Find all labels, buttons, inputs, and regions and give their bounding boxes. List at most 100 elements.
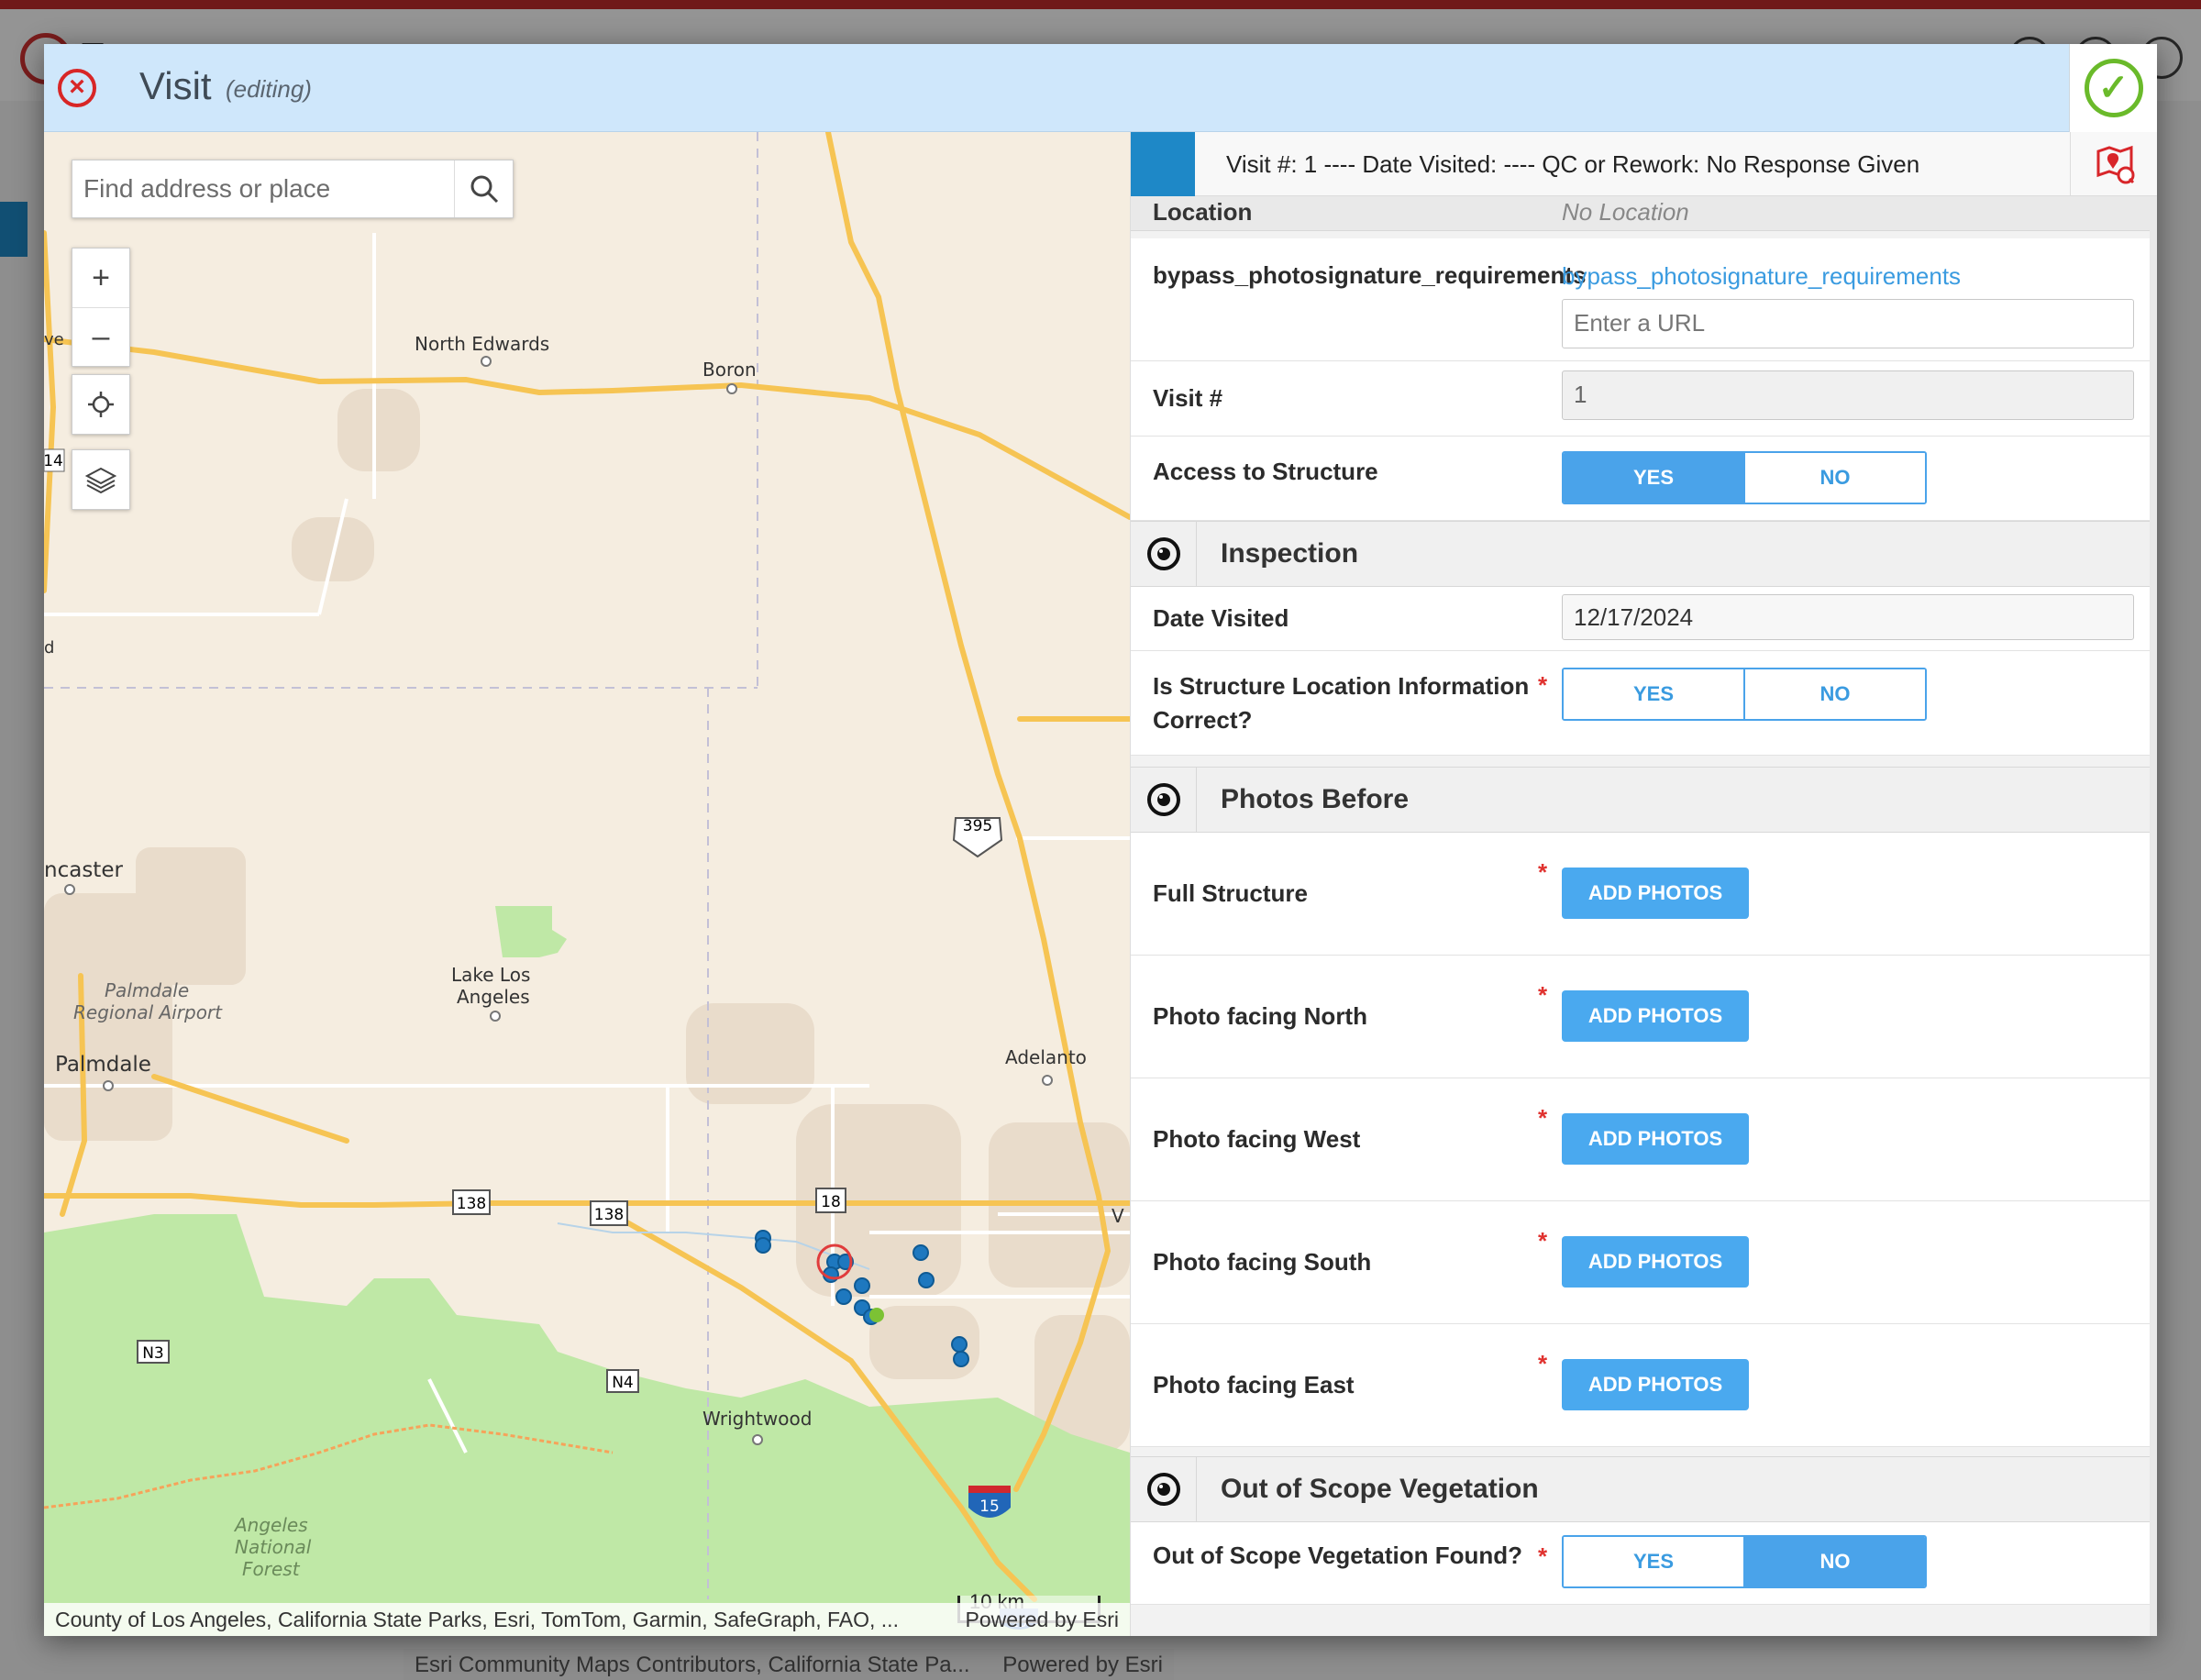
add-photos-north-button[interactable]: ADD PHOTOS <box>1562 990 1749 1042</box>
label-adelanto: Adelanto <box>1005 1046 1087 1068</box>
out-of-scope-found-label: Out of Scope Vegetation Found? <box>1153 1542 1522 1569</box>
add-photos-full-structure-button[interactable]: ADD PHOTOS <box>1562 868 1749 919</box>
basemap: North Edwards Boron ncaster Palmdale Pal… <box>44 132 1130 1636</box>
label-angeles-forest-1: Angeles <box>233 1514 308 1536</box>
access-toggle: YES NO <box>1562 451 1927 504</box>
out-of-scope-no-option[interactable]: NO <box>1743 1537 1925 1586</box>
visit-number-field[interactable]: 1 <box>1562 370 2134 420</box>
national-forest-area <box>44 1214 1130 1636</box>
location-correct-yes-option[interactable]: YES <box>1564 669 1743 719</box>
layers-icon <box>85 467 116 493</box>
location-value: No Location <box>1562 198 1689 226</box>
photo-row-full-structure: Full Structure * ADD PHOTOS <box>1131 833 2151 956</box>
shield-138-a: 138 <box>457 1195 486 1213</box>
photos-before-visibility-toggle[interactable] <box>1131 768 1197 832</box>
label-north-edwards: North Edwards <box>415 333 549 355</box>
access-yes-option[interactable]: YES <box>1564 453 1743 503</box>
visit-summary-bar: Visit #: 1 ---- Date Visited: ---- QC or… <box>1131 132 2157 196</box>
map-attribution: County of Los Angeles, California State … <box>44 1603 1130 1636</box>
out-of-scope-section-header[interactable]: Out of Scope Vegetation <box>1131 1456 2151 1522</box>
close-button[interactable]: × <box>44 44 110 132</box>
shield-us-395: 395 <box>963 817 992 835</box>
modal-title: Visit <box>139 64 212 107</box>
shield-18: 18 <box>821 1193 841 1211</box>
search-icon <box>470 175 498 204</box>
zoom-in-button[interactable]: + <box>72 249 129 307</box>
out-of-scope-visibility-toggle[interactable] <box>1131 1457 1197 1521</box>
label-boron: Boron <box>702 359 757 381</box>
inspection-visibility-toggle[interactable] <box>1131 522 1197 586</box>
powered-by-esri[interactable]: Powered by Esri <box>966 1608 1119 1632</box>
zoom-to-feature-button[interactable] <box>2070 132 2157 196</box>
label-edge-v: V <box>1112 1205 1124 1227</box>
label-palmdale-airport-2: Regional Airport <box>73 1001 223 1023</box>
bypass-link[interactable]: bypass_photosignature_requirements <box>1562 262 1961 291</box>
eye-icon <box>1146 537 1180 570</box>
access-row: Access to Structure YES NO <box>1131 437 2151 521</box>
access-label: Access to Structure <box>1153 458 1378 485</box>
form-scrollbar[interactable] <box>2150 196 2157 1636</box>
shield-i15: 15 <box>979 1498 1000 1516</box>
visit-summary-text: Visit #: 1 ---- Date Visited: ---- QC or… <box>1226 150 1920 178</box>
zoom-out-button[interactable]: – <box>72 307 129 366</box>
photos-before-title: Photos Before <box>1221 784 1410 814</box>
photo-north-label: Photo facing North <box>1153 1002 1367 1030</box>
location-correct-label: Is Structure Location Information Correc… <box>1153 672 1530 734</box>
location-correct-no-option[interactable]: NO <box>1743 669 1925 719</box>
spacer <box>1131 231 2151 238</box>
label-angeles-forest-3: Forest <box>242 1558 301 1580</box>
map-search-input[interactable] <box>72 160 454 217</box>
bypass-url-input[interactable] <box>1562 299 2134 348</box>
add-photos-east-button[interactable]: ADD PHOTOS <box>1562 1359 1749 1410</box>
access-no-option[interactable]: NO <box>1743 453 1925 503</box>
map-search-button[interactable] <box>454 160 513 217</box>
layers-button[interactable] <box>72 450 129 509</box>
photo-south-label: Photo facing South <box>1153 1248 1372 1276</box>
visit-color-chip <box>1131 132 1195 196</box>
spacer <box>1131 756 2151 767</box>
eye-icon <box>1146 1473 1180 1506</box>
add-photos-south-button[interactable]: ADD PHOTOS <box>1562 1236 1749 1288</box>
checkmark-circle-icon: ✓ <box>2084 59 2143 117</box>
photo-east-label: Photo facing East <box>1153 1371 1355 1398</box>
visit-form-panel: Visit #: 1 ---- Date Visited: ---- QC or… <box>1130 132 2157 1636</box>
add-photos-west-button[interactable]: ADD PHOTOS <box>1562 1113 1749 1165</box>
out-of-scope-found-row: Out of Scope Vegetation Found? * YES NO <box>1131 1522 2151 1605</box>
shield-n4: N4 <box>612 1374 634 1392</box>
visit-edit-modal: × Visit (editing) ✓ North Edwards Boron … <box>44 44 2157 1636</box>
save-button[interactable]: ✓ <box>2069 44 2157 132</box>
map-search-box <box>72 160 514 218</box>
form-scroll-area[interactable]: Location No Location bypass_photosignatu… <box>1131 169 2151 1605</box>
locate-button[interactable] <box>72 375 129 434</box>
eye-icon <box>1146 783 1180 816</box>
out-of-scope-toggle: YES NO <box>1562 1535 1927 1588</box>
layers-control <box>72 449 130 510</box>
photo-row-north: Photo facing North * ADD PHOTOS <box>1131 956 2151 1078</box>
out-of-scope-title: Out of Scope Vegetation <box>1221 1474 1539 1504</box>
visit-number-label: Visit # <box>1153 384 1223 412</box>
required-marker: * <box>1538 671 1548 699</box>
label-palmdale: Palmdale <box>55 1053 151 1077</box>
date-visited-label: Date Visited <box>1153 604 1289 632</box>
photo-row-east: Photo facing East * ADD PHOTOS <box>1131 1324 2151 1447</box>
required-marker: * <box>1538 981 1548 1009</box>
photos-before-section-header[interactable]: Photos Before <box>1131 767 2151 833</box>
modal-header: × Visit (editing) ✓ <box>44 44 2157 132</box>
shield-n3: N3 <box>142 1344 164 1363</box>
inspection-section-header[interactable]: Inspection <box>1131 521 2151 587</box>
map-view[interactable]: North Edwards Boron ncaster Palmdale Pal… <box>44 132 1130 1636</box>
locate-crosshair-icon <box>88 392 114 417</box>
date-visited-row: Date Visited <box>1131 587 2151 651</box>
location-correct-row: Is Structure Location Information Correc… <box>1131 651 2151 756</box>
required-marker: * <box>1538 1542 1548 1570</box>
out-of-scope-yes-option[interactable]: YES <box>1564 1537 1743 1586</box>
required-marker: * <box>1538 1104 1548 1132</box>
park-area <box>495 906 567 957</box>
label-angeles-forest-2: National <box>235 1536 312 1558</box>
map-attribution-text[interactable]: County of Los Angeles, California State … <box>55 1608 899 1632</box>
date-visited-input[interactable] <box>1562 594 2134 640</box>
label-edge-d: d <box>44 638 54 658</box>
spacer <box>1131 1447 2151 1456</box>
label-lake-los-angeles-2: Angeles <box>457 986 530 1008</box>
inspection-title: Inspection <box>1221 538 1359 569</box>
